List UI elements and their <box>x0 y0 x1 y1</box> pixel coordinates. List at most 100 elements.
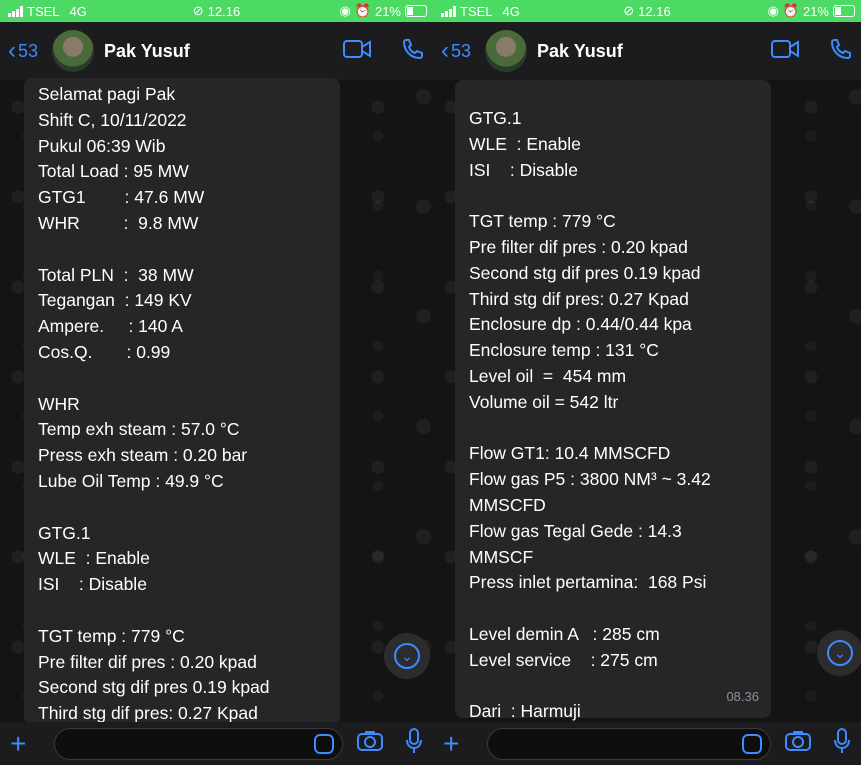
message-time: 08.36 <box>726 689 759 705</box>
plus-icon[interactable]: + <box>443 729 473 758</box>
message-line: WLE : Enable <box>38 548 150 569</box>
status-bar: TSEL 4G ⊘ 12.16 ◉ ⏰ 21% <box>433 0 861 22</box>
clock-time: 12.16 <box>207 3 241 19</box>
back-button[interactable]: ‹ 53 <box>8 39 38 63</box>
message-line: Level oil = 454 mm <box>469 365 627 386</box>
message-line: Ampere. : 140 A <box>38 316 183 337</box>
battery-percent: 21% <box>802 3 829 19</box>
clock-time: 12.16 <box>638 3 671 19</box>
message-line: Pukul 06:39 Wib <box>38 135 166 156</box>
back-button[interactable]: ‹ 53 <box>441 39 471 63</box>
message-line: Pre filter dif pres : 0.20 kpad <box>469 236 688 257</box>
network-label: 4G <box>502 3 520 19</box>
message-input[interactable] <box>487 727 771 760</box>
message-line: Temp exh steam : 57.0 °C <box>38 419 240 440</box>
message-line: TGT temp : 779 °C <box>469 211 616 232</box>
orientation-lock-icon: ◉ <box>339 3 351 18</box>
chat-panel-left: TSEL 4G ⊘ 12.16 ◉ ⏰ 21% ‹ 53 Pak Yusuf S… <box>0 0 433 765</box>
link-icon: ⊘ <box>192 3 204 18</box>
avatar[interactable] <box>485 30 528 72</box>
scroll-down-button[interactable]: ⌄ <box>817 630 861 676</box>
message-line: Second stg dif pres 0.19 kpad <box>469 262 701 283</box>
sticker-icon[interactable] <box>314 733 334 754</box>
message-line: Third stg dif pres: 0.27 Kpad <box>469 288 689 309</box>
chevron-left-icon: ‹ <box>441 37 449 64</box>
message-line: GTG.1 <box>38 522 91 543</box>
carrier-label: TSEL <box>27 3 60 19</box>
message-line <box>469 416 757 442</box>
contact-name[interactable]: Pak Yusuf <box>104 41 190 62</box>
message-line: Enclosure dp : 0.44/0.44 kpa <box>469 314 692 335</box>
message-line: ISI : Disable <box>38 574 147 595</box>
camera-icon[interactable] <box>785 730 811 757</box>
message-line: Cos.Q. : 0.99 <box>38 341 171 362</box>
message-line: Level service : 275 cm <box>469 649 658 670</box>
alarm-icon: ⏰ <box>354 3 371 18</box>
message-input[interactable] <box>54 727 343 760</box>
message-line: Selamat pagi Pak <box>38 84 176 104</box>
alarm-icon: ⏰ <box>782 3 799 18</box>
message-line: Total PLN : 38 MW <box>38 264 194 285</box>
message-line <box>38 237 326 263</box>
chat-header: ‹ 53 Pak Yusuf <box>0 22 433 80</box>
chevron-down-icon: ⌄ <box>394 643 420 669</box>
message-line: Flow GT1: 10.4 MMSCFD <box>469 443 671 464</box>
microphone-icon[interactable] <box>405 728 423 759</box>
microphone-icon[interactable] <box>833 728 851 759</box>
unread-count: 53 <box>18 40 39 61</box>
message-input-bar: + <box>433 722 861 765</box>
message-line: Total Load : 95 MW <box>38 161 189 182</box>
message-line: Flow gas Tegal Gede : 14.3 <box>469 520 682 541</box>
message-line: Flow gas P5 : 3800 NM³ ~ 3.42 <box>469 469 711 490</box>
battery-icon <box>405 5 427 17</box>
message-line: WHR : 9.8 MW <box>38 212 199 233</box>
message-line: ISI : Disable <box>469 159 578 180</box>
message-line: TGT temp : 779 °C <box>38 625 185 646</box>
message-line: Press exh steam : 0.20 bar <box>38 445 248 466</box>
message-line <box>38 598 326 624</box>
message-line: Level demin A : 285 cm <box>469 623 660 644</box>
camera-icon[interactable] <box>357 730 383 757</box>
message-line <box>469 596 757 622</box>
message-line: WLE : Enable <box>469 133 581 154</box>
phone-icon[interactable] <box>401 37 425 66</box>
status-bar: TSEL 4G ⊘ 12.16 ◉ ⏰ 21% <box>0 0 433 22</box>
message-line <box>469 674 757 700</box>
message-input-bar: + <box>0 722 433 765</box>
message-line: Enclosure temp : 131 °C <box>469 340 659 361</box>
phone-icon[interactable] <box>829 37 853 66</box>
avatar[interactable] <box>52 30 95 72</box>
message-line: Second stg dif pres 0.19 kpad <box>38 677 270 698</box>
sticker-icon[interactable] <box>742 733 762 754</box>
message-line: MMSCF <box>469 546 534 567</box>
video-camera-icon[interactable] <box>343 39 371 64</box>
message-line: Tegangan : 149 KV <box>38 290 192 311</box>
chevron-down-icon: ⌄ <box>827 640 853 666</box>
contact-name[interactable]: Pak Yusuf <box>537 41 623 62</box>
plus-icon[interactable]: + <box>10 729 40 758</box>
unread-count: 53 <box>451 40 472 61</box>
message-line: WHR <box>38 393 80 414</box>
message-line <box>469 183 757 209</box>
carrier-label: TSEL <box>460 3 493 19</box>
message-line: MMSCFD <box>469 494 546 515</box>
signal-icon <box>441 5 456 17</box>
link-icon: ⊘ <box>623 3 635 18</box>
network-label: 4G <box>69 3 87 19</box>
scroll-down-button[interactable]: ⌄ <box>384 633 430 679</box>
message-bubble[interactable]: GTG.1 WLE : Enable ISI : Disable TGT temp :… <box>455 80 771 721</box>
message-line: Lube Oil Temp : 49.9 °C <box>38 470 224 491</box>
message-line: Pre filter dif pres : 0.20 kpad <box>38 651 257 672</box>
message-line: Volume oil = 542 ltr <box>469 391 619 412</box>
video-camera-icon[interactable] <box>771 39 799 64</box>
message-line <box>38 366 326 392</box>
chat-header: ‹ 53 Pak Yusuf <box>433 22 861 80</box>
message-line: GTG1 : 47.6 MW <box>38 187 205 208</box>
message-line: Shift C, 10/11/2022 <box>38 109 187 130</box>
message-line: Press inlet pertamina: 168 Psi <box>469 572 707 593</box>
message-line <box>38 495 326 521</box>
message-bubble[interactable]: Selamat pagi Pak Shift C, 10/11/2022 Pukul… <box>24 78 340 749</box>
signal-icon <box>8 5 23 17</box>
chat-panel-right: TSEL 4G ⊘ 12.16 ◉ ⏰ 21% ‹ 53 Pak Yusuf G… <box>433 0 861 765</box>
chevron-left-icon: ‹ <box>8 37 16 64</box>
